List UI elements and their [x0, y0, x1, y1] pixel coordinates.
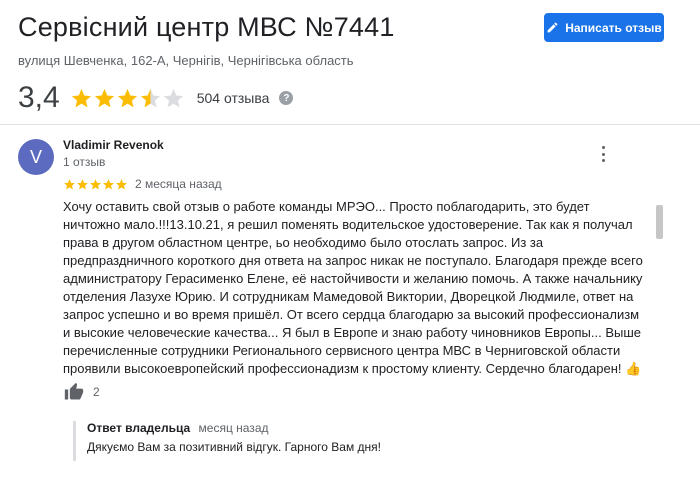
help-icon[interactable]: ? [279, 91, 294, 105]
rating-stars [70, 87, 185, 110]
review-date: 2 месяца назад [135, 177, 222, 191]
write-review-label: Написать отзыв [565, 20, 662, 35]
star-icon [94, 88, 114, 107]
pencil-icon [547, 22, 558, 33]
star-icon [140, 88, 160, 107]
review-stars [63, 178, 128, 191]
owner-reply-label: Ответ владельца [87, 421, 191, 435]
star-icon [64, 178, 75, 189]
place-title: Сервісний центр МВС №7441 [18, 12, 395, 42]
author-review-count: 1 отзыв [63, 155, 106, 169]
star-icon [163, 88, 183, 107]
owner-reply-date: месяц назад [198, 421, 269, 435]
rating-summary: 3,4 504 отзыва ? [18, 80, 294, 116]
author-name[interactable]: Vladimir Revenok [63, 138, 164, 152]
owner-reply-text: Дякуємо Вам за позитивний відгук. Гарног… [87, 440, 381, 454]
place-address: вулиця Шевченка, 162-А, Чернігів, Черніг… [18, 53, 354, 68]
more-options-icon[interactable] [596, 146, 610, 162]
star-icon [117, 88, 137, 107]
star-icon [90, 178, 101, 189]
star-icon [77, 178, 88, 189]
star-icon [71, 88, 91, 107]
thumbs-up-icon[interactable] [63, 382, 85, 402]
avatar[interactable]: V [18, 139, 54, 175]
divider [0, 124, 700, 125]
scrollbar[interactable] [656, 205, 663, 239]
review-count[interactable]: 504 отзыва [197, 90, 270, 106]
owner-reply: Ответ владельца месяц назад Дякуємо Вам … [73, 421, 687, 461]
review-rating: 2 месяца назад [63, 177, 222, 191]
like-count: 2 [93, 385, 100, 399]
star-icon [116, 178, 127, 189]
place-header: Сервісний центр МВС №7441 вулиця Шевченк… [18, 10, 682, 120]
like-row: 2 [63, 382, 100, 402]
rating-value: 3,4 [18, 81, 60, 114]
star-icon [103, 178, 114, 189]
review-text: Хочу оставить свой отзыв о работе команд… [63, 199, 643, 376]
write-review-button[interactable]: Написать отзыв [544, 13, 664, 42]
